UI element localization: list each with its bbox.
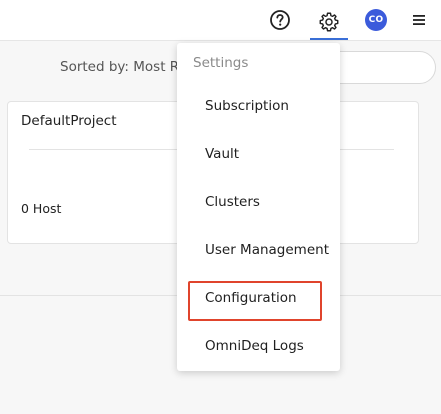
- settings-button[interactable]: [310, 5, 348, 40]
- menu-item-configuration[interactable]: Configuration: [205, 290, 297, 306]
- settings-dropdown-menu: Settings Subscription Vault Clusters Use…: [177, 43, 340, 371]
- help-button[interactable]: [263, 5, 297, 35]
- help-circle-icon: [270, 10, 290, 30]
- main-menu-button[interactable]: [402, 5, 436, 35]
- top-bar: CO: [0, 0, 441, 41]
- menu-item-user-management[interactable]: User Management: [205, 242, 329, 258]
- menu-item-omnideq-logs[interactable]: OmniDeq Logs: [205, 338, 304, 354]
- settings-menu-header: Settings: [193, 55, 249, 71]
- sort-dropdown[interactable]: Sorted by: Most R: [60, 59, 179, 75]
- gear-icon: [319, 12, 339, 31]
- user-avatar-button[interactable]: CO: [359, 5, 393, 35]
- menu-item-clusters[interactable]: Clusters: [205, 194, 260, 210]
- hamburger-menu-icon: [413, 15, 425, 25]
- menu-item-vault[interactable]: Vault: [205, 146, 239, 162]
- host-count: 0 Host: [21, 201, 62, 216]
- project-title: DefaultProject: [21, 113, 117, 129]
- menu-item-subscription[interactable]: Subscription: [205, 98, 289, 114]
- avatar: CO: [365, 9, 387, 31]
